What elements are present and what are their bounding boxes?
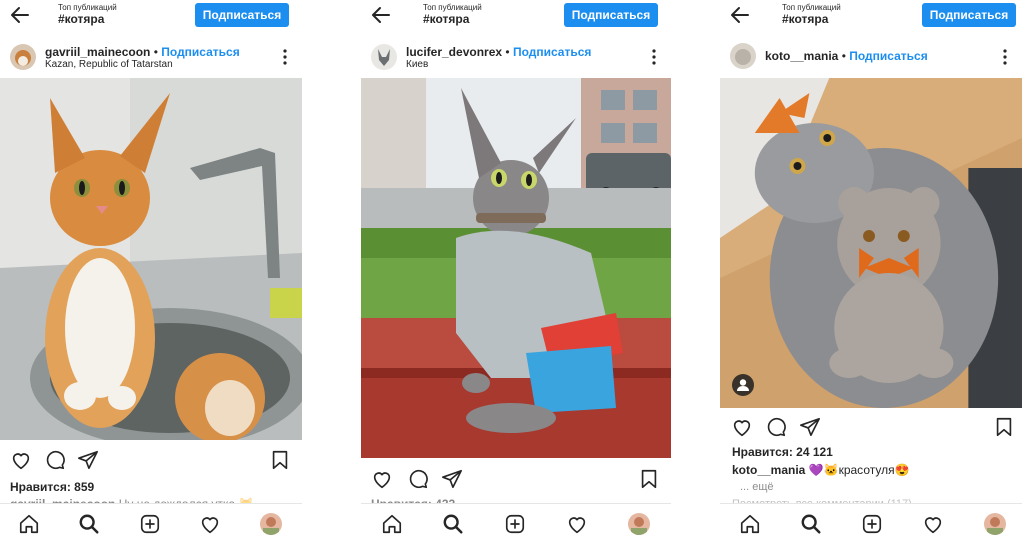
arrow-left-icon[interactable] xyxy=(8,3,32,27)
top-subtitle: Топ публикаций xyxy=(423,3,482,12)
instagram-screen-1: Топ публикаций #котяра Подписаться gavri… xyxy=(0,0,302,543)
home-icon[interactable] xyxy=(381,513,403,535)
home-icon[interactable] xyxy=(739,513,761,535)
hashtag-title: #котяра xyxy=(58,12,105,26)
top-bar: Топ публикаций #котяра Подписаться xyxy=(0,0,302,32)
post-actions xyxy=(720,414,1022,442)
separator-dot: • xyxy=(153,45,158,59)
heart-icon[interactable] xyxy=(371,468,393,490)
post-username[interactable]: lucifer_devonrex xyxy=(406,45,502,59)
post-location[interactable]: Kazan, Republic of Tatarstan xyxy=(45,59,173,70)
post-photo[interactable] xyxy=(720,78,1022,408)
search-icon[interactable] xyxy=(442,513,464,535)
search-icon[interactable] xyxy=(800,513,822,535)
post-header: koto__mania • Подписаться xyxy=(720,38,1022,76)
separator-dot: • xyxy=(841,49,846,63)
post-photo[interactable] xyxy=(361,78,671,458)
user-tag-icon[interactable] xyxy=(732,374,754,396)
avatar[interactable] xyxy=(10,44,36,70)
hashtag-title: #котяра xyxy=(423,12,470,26)
heart-icon[interactable] xyxy=(10,449,32,471)
add-post-icon[interactable] xyxy=(861,513,883,535)
top-bar: Топ публикаций #котяра Подписаться xyxy=(720,0,1022,32)
avatar[interactable] xyxy=(260,513,282,535)
post-location[interactable]: Киев xyxy=(406,59,428,70)
caption-text: 💜🐱красотуля😍 xyxy=(808,463,910,477)
follow-hashtag-button[interactable]: Подписаться xyxy=(922,3,1016,27)
comment-bubble-icon[interactable] xyxy=(407,468,429,490)
post-header: gavriil_mainecoon • Подписаться Kazan, R… xyxy=(0,38,302,76)
post-caption: koto__mania 💜🐱красотуля😍 xyxy=(732,463,910,477)
bottom-navigation xyxy=(720,503,1022,543)
bookmark-icon[interactable] xyxy=(993,416,1015,438)
subscribe-link[interactable]: Подписаться xyxy=(513,45,591,59)
bookmark-icon[interactable] xyxy=(638,468,660,490)
top-bar: Топ публикаций #котяра Подписаться xyxy=(361,0,671,32)
bottom-navigation xyxy=(361,503,671,543)
caption-more-link[interactable]: ... ещё xyxy=(740,481,774,493)
heart-icon[interactable] xyxy=(731,416,753,438)
subscribe-link[interactable]: Подписаться xyxy=(161,45,239,59)
post-photo[interactable] xyxy=(0,78,302,440)
bottom-navigation xyxy=(0,503,302,543)
avatar[interactable] xyxy=(730,43,756,69)
vertical-dots-icon[interactable] xyxy=(1002,48,1008,66)
paper-plane-icon[interactable] xyxy=(77,449,99,471)
instagram-screen-2: Топ публикаций #котяра Подписаться lucif… xyxy=(361,0,671,543)
heart-icon[interactable] xyxy=(922,513,944,535)
home-icon[interactable] xyxy=(18,513,40,535)
arrow-left-icon[interactable] xyxy=(728,3,752,27)
post-username[interactable]: koto__mania xyxy=(765,49,838,63)
post-header: lucifer_devonrex • Подписаться Киев xyxy=(361,38,671,76)
avatar[interactable] xyxy=(984,513,1006,535)
heart-icon[interactable] xyxy=(199,513,221,535)
paper-plane-icon[interactable] xyxy=(799,416,821,438)
avatar[interactable] xyxy=(628,513,650,535)
follow-hashtag-button[interactable]: Подписаться xyxy=(195,3,289,27)
top-subtitle: Топ публикаций xyxy=(58,3,117,12)
separator-dot: • xyxy=(505,45,510,59)
hashtag-title: #котяра xyxy=(782,12,829,26)
post-actions xyxy=(0,447,302,475)
arrow-left-icon[interactable] xyxy=(369,3,393,27)
comment-bubble-icon[interactable] xyxy=(765,416,787,438)
post-actions xyxy=(361,466,671,494)
add-post-icon[interactable] xyxy=(504,513,526,535)
likes-count[interactable]: Нравится: 24 121 xyxy=(732,445,833,459)
instagram-screen-3: Топ публикаций #котяра Подписаться koto_… xyxy=(720,0,1022,543)
avatar[interactable] xyxy=(371,44,397,70)
caption-username[interactable]: koto__mania xyxy=(732,463,805,477)
comment-bubble-icon[interactable] xyxy=(44,449,66,471)
top-subtitle: Топ публикаций xyxy=(782,3,841,12)
heart-icon[interactable] xyxy=(566,513,588,535)
follow-hashtag-button[interactable]: Подписаться xyxy=(564,3,658,27)
post-username[interactable]: gavriil_mainecoon xyxy=(45,45,150,59)
vertical-dots-icon[interactable] xyxy=(282,48,288,66)
vertical-dots-icon[interactable] xyxy=(651,48,657,66)
add-post-icon[interactable] xyxy=(139,513,161,535)
likes-count[interactable]: Нравится: 859 xyxy=(10,480,94,494)
subscribe-link[interactable]: Подписаться xyxy=(849,49,927,63)
bookmark-icon[interactable] xyxy=(269,449,291,471)
search-icon[interactable] xyxy=(78,513,100,535)
paper-plane-icon[interactable] xyxy=(441,468,463,490)
